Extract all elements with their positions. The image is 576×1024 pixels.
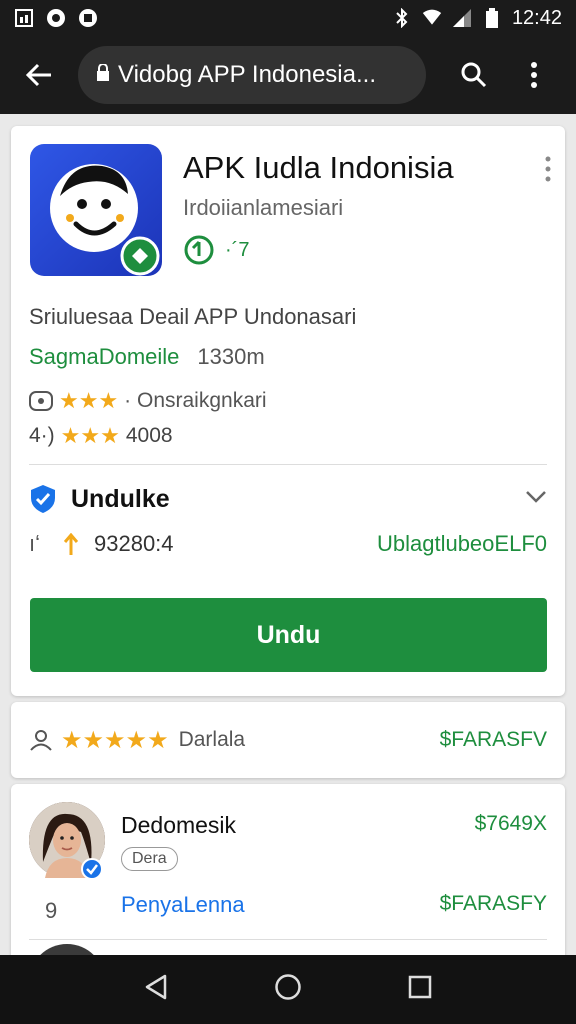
download-button[interactable]: Undu: [30, 598, 547, 672]
rating-summary: ★★★★★: [29, 726, 169, 755]
rating-card-stars: ★★★★★: [61, 726, 169, 754]
version-number: 93280:4: [94, 531, 174, 556]
developer-number: 9: [45, 898, 58, 923]
rating-count: 4008: [125, 424, 173, 447]
section-divider: [29, 464, 547, 465]
developer-card: Dedomesik $7649X Dera 9 PenyaLenna $FARA…: [11, 784, 565, 1020]
app-badge-text: ·´7: [225, 238, 250, 261]
rating-card-label: Darlala: [178, 728, 246, 751]
developer-chip[interactable]: Dera: [121, 847, 178, 871]
age-rating-icon: [29, 391, 53, 411]
app-developer: Irdoiianlamesiari: [183, 195, 344, 220]
app-icon: [30, 144, 162, 276]
rating-line: ★★★ · Onsraikgnkari: [29, 388, 267, 414]
developer-right-link[interactable]: $FARASFY: [440, 892, 547, 916]
bluetooth-icon: [392, 8, 412, 28]
app-notification-icon: [78, 8, 98, 28]
app-detail-card: APK Iudla Indonisia Irdoiianlamesiari ·´…: [11, 126, 565, 696]
battery-icon: [482, 8, 502, 28]
status-time: 12:42: [511, 6, 562, 29]
chevron-down-icon: [526, 490, 546, 503]
arrow-back-icon: [25, 63, 51, 87]
version-prefix: ıʻ: [29, 531, 40, 556]
overflow-menu-button[interactable]: [504, 36, 564, 114]
rating-card-right-link[interactable]: $FARASFV: [440, 728, 547, 752]
gallery-icon: [14, 8, 34, 28]
nav-recents-button[interactable]: [407, 974, 433, 1005]
circle-home-icon: [275, 974, 301, 1000]
wifi-icon: [422, 8, 442, 28]
rating-label: · Onsraikgnkari: [124, 389, 267, 412]
rating-count-line: 4·) ★★★ 4008: [29, 423, 173, 449]
rating-stars-small: ★★★: [60, 423, 120, 448]
developer-price: $7649X: [474, 812, 547, 835]
list-divider: [29, 939, 547, 940]
developer-name: Dedomesik: [121, 812, 237, 838]
square-recents-icon: [409, 975, 432, 999]
search-button[interactable]: [444, 36, 504, 114]
url-text: Vidobg APP Indonesia...: [118, 61, 376, 88]
app-size: 1330m: [197, 344, 265, 369]
more-vert-icon: [531, 62, 537, 88]
rating-count-prefix: 4·): [29, 424, 55, 447]
nav-back-button[interactable]: [143, 973, 169, 1006]
url-bar[interactable]: Vidobg APP Indonesia...: [78, 46, 426, 104]
verified-badge-icon: [184, 235, 214, 265]
status-bar: 12:42: [0, 0, 576, 36]
app-menu-button[interactable]: [545, 156, 551, 187]
nav-home-button[interactable]: [274, 973, 302, 1006]
rating-stars: ★★★: [59, 388, 119, 413]
rating-card[interactable]: ★★★★★ Darlala $FARASFV: [11, 702, 565, 778]
lock-icon: [96, 61, 110, 89]
version-row: ıʻ 93280:4 UblagtlubeoELF0: [29, 531, 547, 557]
verified-badge-icon: [81, 858, 103, 880]
shield-check-icon: [31, 485, 55, 513]
browser-toolbar: Vidobg APP Indonesia...: [0, 36, 576, 114]
download-section-header[interactable]: Undulke: [29, 484, 547, 514]
app-badge: ·´7: [183, 234, 249, 266]
triangle-back-icon: [145, 974, 166, 1000]
notification-icon: [46, 8, 66, 28]
app-description: Sriuluesaa Deail APP Undonasari: [29, 304, 357, 329]
app-title: APK Iudla Indonisia: [183, 150, 454, 185]
more-vert-icon: [545, 156, 551, 182]
version-link[interactable]: UblagtlubeoELF0: [377, 531, 547, 557]
arrow-up-icon: [64, 533, 78, 555]
signal-icon: [452, 8, 472, 28]
system-nav-bar: [0, 955, 576, 1024]
search-icon: [461, 62, 487, 88]
expand-button[interactable]: [525, 490, 547, 509]
person-icon: [30, 730, 52, 751]
category-link[interactable]: SagmaDomeile: [29, 344, 179, 370]
download-section-label: Undulke: [71, 484, 170, 513]
category-row: SagmaDomeile 1330m: [29, 344, 265, 370]
back-button[interactable]: [0, 36, 78, 114]
developer-link[interactable]: PenyaLenna: [121, 892, 245, 918]
